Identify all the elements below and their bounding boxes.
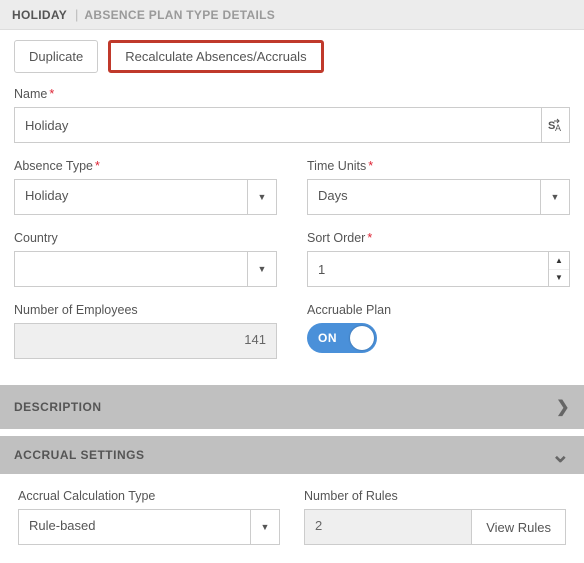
sort-order-label: Sort Order* xyxy=(307,231,570,245)
country-select[interactable]: ▼ xyxy=(14,251,277,287)
calc-type-label: Accrual Calculation Type xyxy=(18,489,280,503)
recalculate-button[interactable]: Recalculate Absences/Accruals xyxy=(108,40,323,73)
name-input[interactable] xyxy=(14,107,542,143)
form-area: Name* S A Absence Type* Holiday xyxy=(0,87,584,379)
name-label: Name* xyxy=(14,87,570,101)
absence-type-label: Absence Type* xyxy=(14,159,277,173)
tab-holiday[interactable]: HOLIDAY xyxy=(12,8,75,22)
section-description-title: DESCRIPTION xyxy=(14,400,102,414)
chevron-right-icon: ❯ xyxy=(556,397,570,417)
accruable-toggle[interactable]: ON xyxy=(307,323,377,353)
svg-text:A: A xyxy=(555,123,561,132)
calc-type-select[interactable]: Rule-based ▼ xyxy=(18,509,280,545)
caret-down-icon[interactable]: ▼ xyxy=(250,509,280,545)
section-accrual-settings[interactable]: ACCRUAL SETTINGS ⌄ xyxy=(0,436,584,475)
time-units-select[interactable]: Days ▼ xyxy=(307,179,570,215)
toggle-knob xyxy=(350,326,374,350)
sort-order-input[interactable] xyxy=(307,251,548,287)
header-bar: HOLIDAY | ABSENCE PLAN TYPE DETAILS xyxy=(0,0,584,30)
section-accrual-title: ACCRUAL SETTINGS xyxy=(14,448,144,462)
country-value xyxy=(14,251,247,287)
caret-down-icon[interactable]: ▼ xyxy=(247,179,277,215)
caret-down-icon[interactable]: ▼ xyxy=(247,251,277,287)
toolbar: Duplicate Recalculate Absences/Accruals xyxy=(0,30,584,87)
spin-up-icon[interactable]: ▲ xyxy=(549,252,569,270)
time-units-value: Days xyxy=(307,179,540,215)
sort-order-stepper[interactable]: ▲ ▼ xyxy=(307,251,570,287)
chevron-down-icon: ⌄ xyxy=(551,450,570,460)
view-rules-button[interactable]: View Rules xyxy=(471,509,566,545)
absence-type-select[interactable]: Holiday ▼ xyxy=(14,179,277,215)
accruable-label: Accruable Plan xyxy=(307,303,570,317)
tab-absence-details[interactable]: ABSENCE PLAN TYPE DETAILS xyxy=(84,8,283,22)
translate-icon[interactable]: S A xyxy=(542,107,570,143)
section-description[interactable]: DESCRIPTION ❯ xyxy=(0,385,584,430)
num-employees-value: 141 xyxy=(14,323,277,359)
country-label: Country xyxy=(14,231,277,245)
accrual-settings-content: Accrual Calculation Type Rule-based ▼ Nu… xyxy=(0,475,584,553)
calc-type-value: Rule-based xyxy=(18,509,250,545)
num-rules-value: 2 xyxy=(304,509,471,545)
tab-separator: | xyxy=(75,7,78,22)
duplicate-button[interactable]: Duplicate xyxy=(14,40,98,73)
num-rules-label: Number of Rules xyxy=(304,489,566,503)
toggle-state: ON xyxy=(318,331,337,345)
caret-down-icon[interactable]: ▼ xyxy=(540,179,570,215)
time-units-label: Time Units* xyxy=(307,159,570,173)
absence-type-value: Holiday xyxy=(14,179,247,215)
spin-down-icon[interactable]: ▼ xyxy=(549,270,569,287)
num-employees-label: Number of Employees xyxy=(14,303,277,317)
